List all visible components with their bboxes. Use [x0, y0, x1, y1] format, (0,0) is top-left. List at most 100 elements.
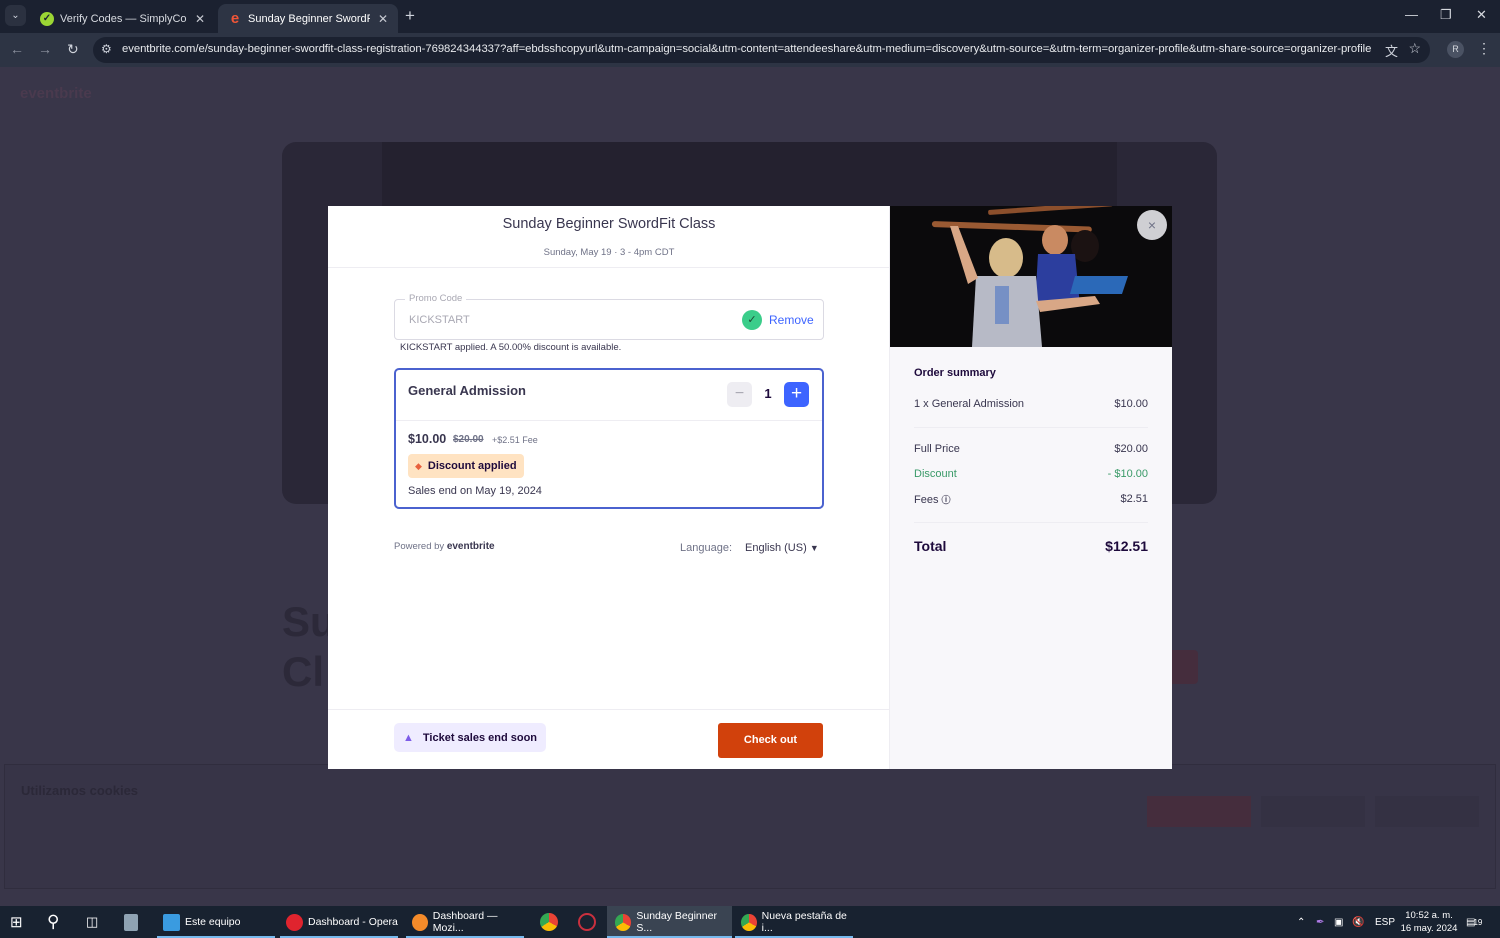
url-text[interactable]: eventbrite.com/e/sunday-beginner-swordfi… — [122, 43, 1371, 55]
cookie-accept-button — [1147, 796, 1251, 827]
tab-title: Verify Codes — SimplyCodes — [60, 12, 187, 25]
summary-total: Total $12.51 — [914, 538, 1148, 563]
ticket-quantity: 1 — [764, 386, 772, 401]
browser-tab-eventbrite[interactable]: e Sunday Beginner SwordFit Class ✕ — [218, 4, 398, 33]
tag-icon: ◆ — [415, 460, 422, 471]
calculator-app[interactable] — [124, 906, 143, 938]
reload-icon[interactable]: ↻ — [67, 41, 79, 58]
ticket-price: $10.00 — [408, 432, 447, 446]
total-label: Total — [914, 538, 947, 554]
modal-header: Sunday Beginner SwordFit Class Sunday, M… — [328, 206, 890, 268]
ticket-name: General Admission — [408, 383, 526, 398]
powered-by: Powered by eventbrite — [394, 541, 495, 552]
firefox-icon — [412, 913, 428, 931]
search-icon[interactable]: ⚲ — [47, 906, 59, 938]
check-icon: ✓ — [742, 310, 762, 330]
windows-taskbar: ⊞ ⚲ ◫ Este equipo Dashboard - Opera Dash… — [0, 906, 1500, 938]
taskbar-item-opera-gx[interactable] — [578, 906, 601, 938]
new-tab-button[interactable]: + — [405, 6, 415, 26]
eventbrite-brand[interactable]: eventbrite — [447, 541, 495, 552]
bookmark-star-icon[interactable]: ☆ — [1408, 40, 1421, 57]
taskbar-item-label: Nueva pestaña de i... — [761, 910, 847, 934]
clock-date: 16 may. 2024 — [1400, 923, 1458, 934]
summary-discount: Discount - $10.00 — [914, 468, 1148, 493]
full-price-label: Full Price — [914, 443, 960, 455]
task-view-icon[interactable]: ◫ — [86, 906, 98, 938]
taskbar-item-label: Sunday Beginner S... — [636, 910, 717, 934]
minimize-icon[interactable]: — — [1405, 7, 1418, 22]
taskbar-item-label: Dashboard - Opera — [308, 916, 398, 928]
chrome-icon — [615, 913, 632, 931]
order-summary: Order summary 1 x General Admission $10.… — [914, 367, 1148, 563]
address-bar[interactable]: ⚙ eventbrite.com/e/sunday-beginner-sword… — [93, 37, 1430, 63]
increase-quantity-button[interactable]: + — [784, 382, 809, 407]
clock[interactable]: 10:52 a. m. 16 may. 2024 — [1395, 909, 1463, 935]
divider — [396, 420, 822, 421]
checkout-modal: Sunday Beginner SwordFit Class Sunday, M… — [328, 206, 1172, 769]
decrease-quantity-button[interactable]: − — [727, 382, 752, 407]
taskbar-item-chrome[interactable] — [540, 906, 563, 938]
ticket-sales-end-soon-badge: ▲ Ticket sales end soon — [394, 723, 547, 752]
taskbar-item-chrome-eventbrite[interactable]: Sunday Beginner S... — [607, 906, 732, 938]
browser-toolbar: ← → ↻ ⚙ eventbrite.com/e/sunday-beginner… — [0, 33, 1500, 67]
summary-fees: Fees ⓘ $2.51 — [914, 493, 1148, 518]
fees-label: Fees — [914, 494, 939, 506]
order-summary-title: Order summary — [914, 367, 996, 379]
profile-avatar[interactable]: R — [1447, 41, 1464, 58]
ticket-card: General Admission − 1 + $10.00 $20.00 +$… — [394, 368, 824, 509]
cookie-reject-button — [1261, 796, 1365, 827]
translate-icon[interactable]: 文 — [1385, 41, 1398, 60]
volume-muted-icon[interactable]: 🔇 — [1352, 906, 1364, 938]
simplycodes-icon: ✓ — [40, 11, 54, 26]
close-modal-button[interactable]: × — [1137, 210, 1167, 240]
event-image: × — [890, 206, 1172, 347]
cookie-banner: Utilizamos cookies — [4, 764, 1496, 889]
taskbar-item-firefox[interactable]: Dashboard — Mozi... — [406, 906, 524, 938]
taskbar-item-opera[interactable]: Dashboard - Opera — [280, 906, 398, 938]
discount-value: - $10.00 — [1107, 468, 1148, 480]
event-date: Sunday, May 19 · 3 - 4pm CDT — [543, 247, 675, 258]
order-summary-panel: × Order summary 1 x General Admission $1… — [890, 206, 1172, 769]
modal-footer: ▲ Ticket sales end soon Check out — [328, 709, 890, 769]
promo-code-value[interactable]: KICKSTART — [409, 314, 470, 326]
browser-menu-icon[interactable]: ⋮ — [1477, 40, 1491, 57]
info-icon[interactable]: ⓘ — [941, 495, 950, 505]
language-label: Language: — [680, 542, 732, 554]
checkout-button[interactable]: Check out — [718, 723, 823, 758]
cookie-settings-button — [1375, 796, 1479, 827]
windows-start-icon[interactable]: ⊞ — [10, 906, 23, 938]
browser-tab-bar: ⌄ ✓ Verify Codes — SimplyCodes ✕ e Sunda… — [0, 0, 1500, 33]
ticket-fee: +$2.51 Fee — [492, 435, 538, 445]
restore-icon[interactable]: ❐ — [1440, 7, 1452, 23]
tab-search-button[interactable]: ⌄ — [5, 5, 26, 26]
event-photo-illustration — [890, 206, 1172, 347]
show-hidden-icons[interactable]: ⌃ — [1297, 906, 1305, 938]
close-tab-icon[interactable]: ✕ — [378, 12, 388, 26]
forward-icon[interactable]: → — [38, 41, 52, 57]
window-close-icon[interactable]: ✕ — [1476, 7, 1487, 23]
back-icon[interactable]: ← — [10, 41, 24, 57]
notifications-button[interactable]: ▤ 19 — [1466, 906, 1482, 938]
network-icon[interactable]: ▣ — [1334, 906, 1343, 938]
divider — [914, 427, 1148, 428]
close-tab-icon[interactable]: ✕ — [195, 12, 205, 26]
browser-tab-simplycodes[interactable]: ✓ Verify Codes — SimplyCodes ✕ — [30, 4, 215, 33]
discount-badge-label: Discount applied — [427, 460, 517, 472]
full-price-value: $20.00 — [1114, 443, 1148, 455]
taskbar-item-chrome-new-tab[interactable]: Nueva pestaña de i... — [735, 906, 853, 938]
line-item-value: $10.00 — [1114, 398, 1148, 410]
language-indicator[interactable]: ESP — [1375, 906, 1395, 938]
language-select[interactable]: English (US) ▼ — [745, 542, 819, 554]
discount-label: Discount — [914, 468, 957, 480]
site-settings-icon[interactable]: ⚙ — [101, 42, 112, 56]
ticket-selection-panel: Sunday Beginner SwordFit Class Sunday, M… — [328, 206, 890, 769]
pen-icon[interactable]: ✒ — [1316, 906, 1324, 938]
discount-badge: ◆ Discount applied — [408, 454, 524, 478]
promo-code-field[interactable]: Promo Code KICKSTART ✓ Remove — [394, 293, 824, 340]
summary-full-price: Full Price $20.00 — [914, 443, 1148, 468]
opera-icon — [286, 913, 303, 931]
eventbrite-icon: e — [230, 10, 240, 27]
taskbar-item-este-equipo[interactable]: Este equipo — [157, 906, 275, 938]
remove-promo-button[interactable]: Remove — [769, 313, 814, 327]
language-value: English (US) — [745, 542, 807, 554]
